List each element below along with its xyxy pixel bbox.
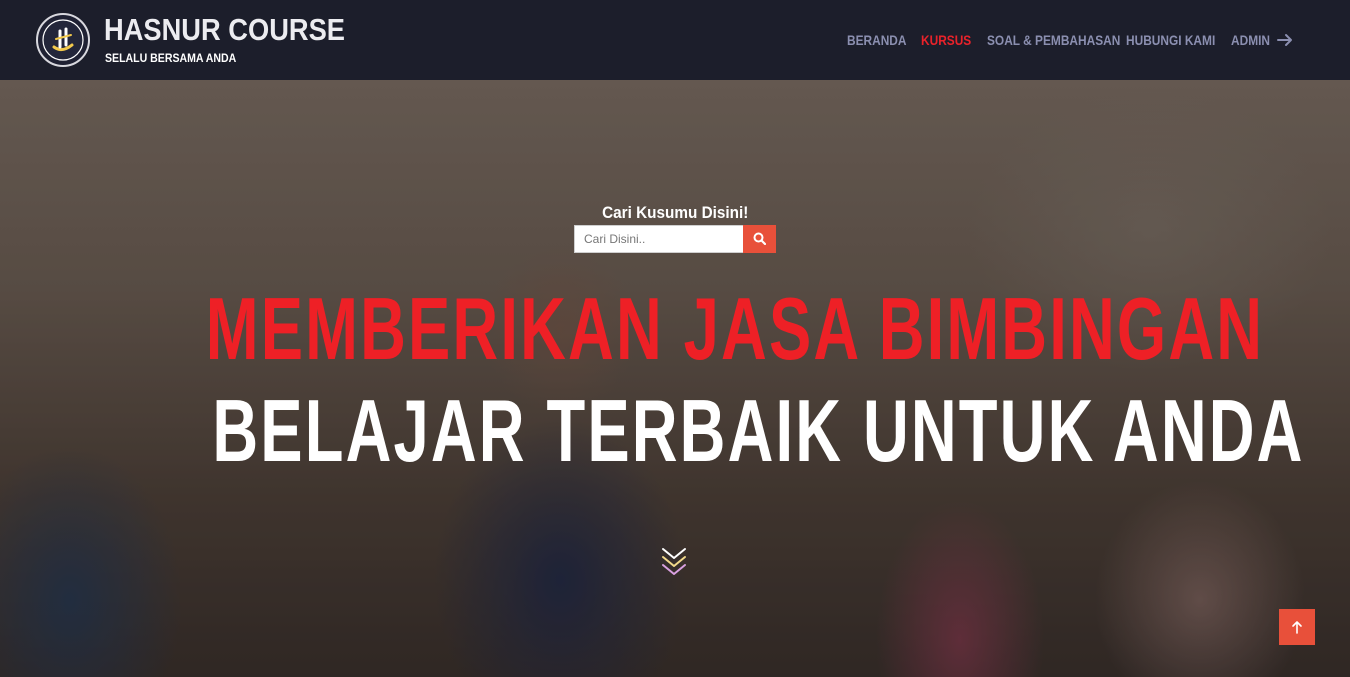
- main-nav: BERANDA KURSUS SOAL & PEMBAHASAN HUBUNGI…: [0, 32, 1350, 50]
- hero-headline-white: BELAJAR TERBAIK UNTUK ANDA: [212, 381, 1305, 480]
- nav-item-admin[interactable]: ADMIN: [1231, 32, 1270, 48]
- nav-item-beranda[interactable]: BERANDA: [847, 32, 907, 48]
- nav-item-hubungi-kami[interactable]: HUBUNGI KAMI: [1126, 32, 1215, 48]
- nav-item-soal-pembahasan[interactable]: SOAL & PEMBAHASAN: [987, 32, 1120, 48]
- brand-tagline: SELALU BERSAMA ANDA: [105, 51, 237, 65]
- scroll-to-top-button[interactable]: [1279, 609, 1315, 645]
- search-button[interactable]: [743, 225, 776, 253]
- search-icon: [753, 232, 766, 245]
- arrow-up-icon: [1292, 621, 1302, 634]
- hero-headline-red: MEMBERIKAN JASA BIMBINGAN: [205, 279, 1265, 378]
- search-label: Cari Kusumu Disini!: [601, 203, 749, 222]
- hero-section: Cari Kusumu Disini! MEMBERIKAN JASA BIMB…: [0, 80, 1350, 677]
- nav-item-kursus[interactable]: KURSUS: [921, 32, 971, 48]
- arrow-right-icon[interactable]: [1277, 33, 1293, 47]
- chevrons-down-icon[interactable]: [661, 546, 687, 580]
- search-input[interactable]: [574, 225, 744, 253]
- navbar: HASNUR COURSE SELALU BERSAMA ANDA BERAND…: [0, 0, 1350, 80]
